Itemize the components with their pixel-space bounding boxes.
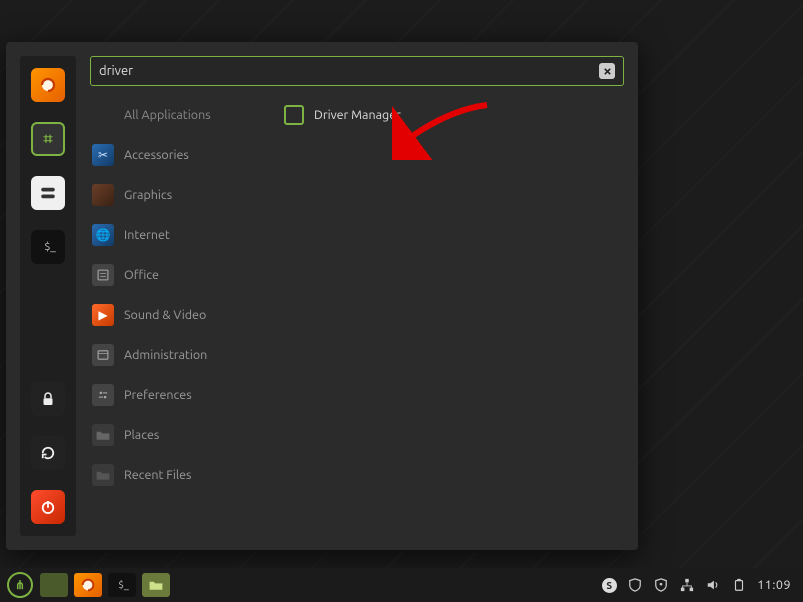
- category-label: Recent Files: [124, 468, 191, 482]
- toggle-icon: [39, 184, 57, 202]
- result-driver-manager[interactable]: Driver Manager: [284, 100, 624, 130]
- taskbar-show-desktop[interactable]: [40, 573, 68, 597]
- category-administration[interactable]: Administration: [90, 340, 276, 370]
- tray-volume[interactable]: [705, 577, 721, 593]
- system-tray: S 11:09: [601, 577, 797, 593]
- blank-icon: [92, 104, 114, 126]
- backspace-x-icon: [603, 67, 612, 76]
- tray-network[interactable]: [679, 577, 695, 593]
- category-label: Office: [124, 268, 159, 282]
- category-label: Sound & Video: [124, 308, 206, 322]
- search-input[interactable]: [99, 64, 599, 78]
- favorite-firefox[interactable]: [31, 68, 65, 102]
- taskbar-firefox[interactable]: [74, 573, 102, 597]
- category-label: Accessories: [124, 148, 189, 162]
- favorite-terminal-green[interactable]: ⌗: [31, 122, 65, 156]
- clock[interactable]: 11:09: [757, 578, 791, 592]
- office-icon: [92, 264, 114, 286]
- internet-icon: 🌐: [92, 224, 114, 246]
- folder-recent-icon: [92, 464, 114, 486]
- favorite-lock[interactable]: [31, 382, 65, 416]
- preferences-icon: [92, 384, 114, 406]
- favorite-settings[interactable]: [31, 176, 65, 210]
- category-places[interactable]: Places: [90, 420, 276, 450]
- category-office[interactable]: Office: [90, 260, 276, 290]
- graphics-icon: [92, 184, 114, 206]
- mint-logo-icon: ⋔: [7, 572, 33, 598]
- start-menu-button[interactable]: ⋔: [6, 573, 34, 597]
- search-box[interactable]: [90, 56, 624, 86]
- favorite-terminal-dark[interactable]: $_: [31, 230, 65, 264]
- category-all[interactable]: All Applications: [90, 100, 276, 130]
- category-accessories[interactable]: ✂ Accessories: [90, 140, 276, 170]
- folder-icon: [92, 424, 114, 446]
- power-icon: [39, 498, 57, 516]
- tray-updates[interactable]: [627, 577, 643, 593]
- category-label: Internet: [124, 228, 170, 242]
- application-menu: ⌗ $_ All Applications: [6, 42, 638, 550]
- administration-icon: [92, 344, 114, 366]
- tray-firewall[interactable]: [653, 577, 669, 593]
- category-internet[interactable]: 🌐 Internet: [90, 220, 276, 250]
- category-label: Administration: [124, 348, 207, 362]
- network-icon: [680, 578, 694, 592]
- category-graphics[interactable]: Graphics: [90, 180, 276, 210]
- category-label: All Applications: [124, 108, 211, 122]
- s-badge-icon: S: [602, 578, 617, 593]
- categories-list: All Applications ✂ Accessories Graphics …: [90, 100, 276, 536]
- favorites-column: ⌗ $_: [20, 56, 76, 536]
- category-label: Places: [124, 428, 159, 442]
- accessories-icon: ✂: [92, 144, 114, 166]
- lock-icon: [39, 390, 57, 408]
- result-label: Driver Manager: [314, 108, 401, 122]
- shield-icon: [628, 578, 642, 592]
- taskbar-files[interactable]: [142, 573, 170, 597]
- reload-icon: [39, 444, 57, 462]
- menu-body: All Applications ✂ Accessories Graphics …: [90, 100, 624, 536]
- battery-icon: [732, 578, 746, 592]
- category-preferences[interactable]: Preferences: [90, 380, 276, 410]
- play-icon: ▶: [92, 304, 114, 326]
- category-sound-video[interactable]: ▶ Sound & Video: [90, 300, 276, 330]
- firefox-icon: [80, 577, 96, 593]
- favorite-power[interactable]: [31, 490, 65, 524]
- firefox-icon: [39, 76, 57, 94]
- driver-manager-icon: [284, 105, 304, 125]
- folder-icon: [148, 577, 164, 593]
- shield-check-icon: [654, 578, 668, 592]
- menu-main: All Applications ✂ Accessories Graphics …: [76, 56, 624, 536]
- taskbar-terminal[interactable]: $_: [108, 573, 136, 597]
- clear-search-button[interactable]: [599, 63, 615, 79]
- favorite-logout[interactable]: [31, 436, 65, 470]
- volume-icon: [706, 578, 720, 592]
- tray-keyboard-indicator[interactable]: S: [601, 577, 617, 593]
- category-label: Preferences: [124, 388, 192, 402]
- category-recent[interactable]: Recent Files: [90, 460, 276, 490]
- taskbar: ⋔ $_ S 11:09: [0, 568, 803, 602]
- tray-battery[interactable]: [731, 577, 747, 593]
- category-label: Graphics: [124, 188, 172, 202]
- results-list: Driver Manager: [276, 100, 624, 536]
